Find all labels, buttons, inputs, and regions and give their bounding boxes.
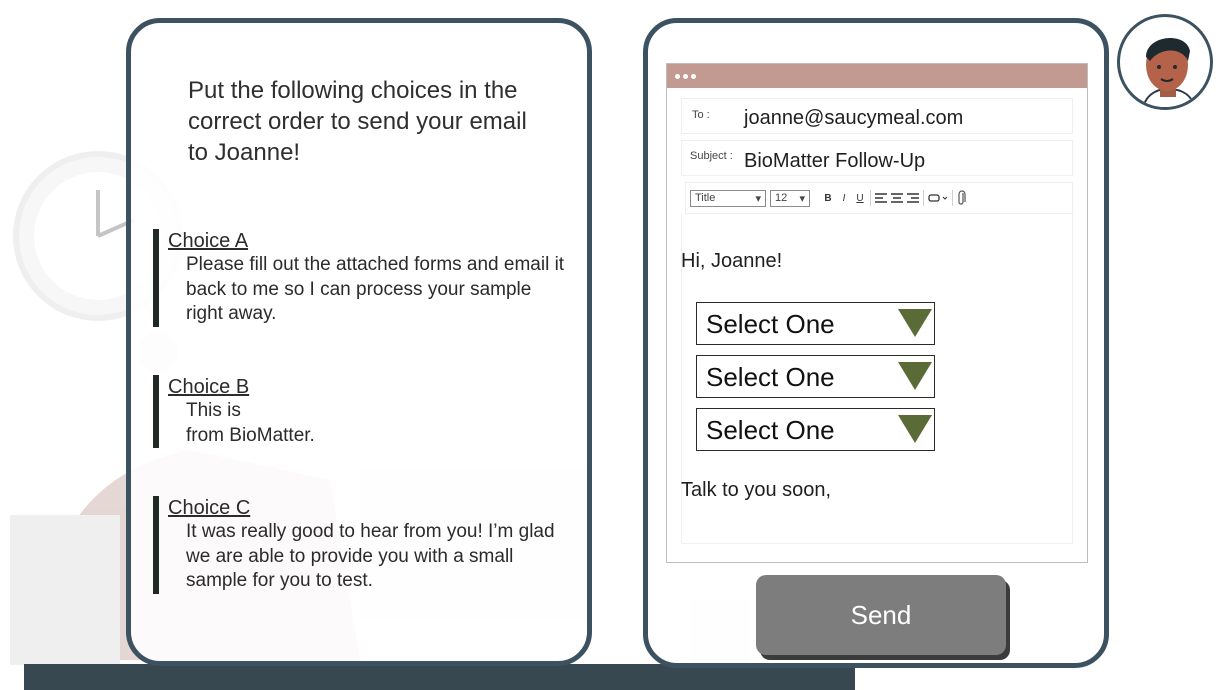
email-panel: To : joanne@saucymeal.com Subject : BioM…: [643, 18, 1109, 668]
send-button[interactable]: Send: [756, 575, 1006, 655]
align-right-icon[interactable]: [907, 193, 919, 203]
triangle-down-icon: [898, 415, 932, 443]
window-dot-icon: [683, 73, 688, 79]
triangle-down-icon: [898, 362, 932, 390]
to-label: To :: [692, 109, 710, 121]
triangle-down-icon: [898, 309, 932, 337]
toolbar-divider: [952, 190, 953, 206]
dropdown-2-label: Select One: [706, 362, 835, 392]
italic-button[interactable]: I: [838, 193, 850, 204]
font-size-select-value: 12: [775, 192, 788, 204]
answer-dropdown-3[interactable]: Select One: [696, 408, 935, 451]
window-title-bar: [667, 64, 1087, 88]
subject-label: Subject :: [690, 150, 733, 162]
toolbar-divider: [870, 190, 871, 206]
email-greeting: Hi, Joanne!: [681, 250, 783, 272]
style-select-value: Title: [695, 192, 716, 204]
align-left-icon[interactable]: [875, 193, 887, 203]
instructions-panel: Put the following choices in the correct…: [126, 18, 592, 666]
subject-value: BioMatter Follow-Up: [744, 150, 926, 172]
dropdown-1-label: Select One: [706, 309, 835, 339]
answer-dropdown-2[interactable]: Select One: [696, 355, 935, 398]
choice-c-text: It was really good to hear from you! I’m…: [186, 521, 555, 591]
choice-a-text: Please fill out the attached forms and e…: [186, 254, 565, 324]
answer-dropdown-1[interactable]: Select One: [696, 302, 935, 345]
align-center-icon[interactable]: [891, 193, 903, 203]
to-field[interactable]: To : joanne@saucymeal.com: [681, 98, 1073, 134]
chevron-down-icon: ▾: [755, 192, 761, 205]
font-size-select[interactable]: 12 ▾: [770, 189, 810, 207]
style-select[interactable]: Title ▾: [690, 189, 766, 207]
instructions-text: Put the following choices in the correct…: [188, 77, 527, 166]
window-dot-icon: [675, 73, 680, 79]
choice-b-text-line1: This is: [186, 400, 241, 421]
choice-b-title: Choice B: [168, 376, 250, 398]
avatar: [1117, 14, 1213, 110]
bold-button[interactable]: B: [822, 193, 834, 204]
toolbar-divider: [923, 190, 924, 206]
chevron-down-icon: ▾: [799, 192, 805, 205]
email-window: To : joanne@saucymeal.com Subject : BioM…: [666, 63, 1088, 563]
choice-a-title: Choice A: [168, 230, 249, 252]
dropdown-3-label: Select One: [706, 415, 835, 445]
subject-field[interactable]: Subject : BioMatter Follow-Up: [681, 140, 1073, 176]
choice-b[interactable]: Choice B This is from BioMatter.: [153, 375, 573, 448]
paperclip-icon[interactable]: [957, 190, 967, 206]
formatting-toolbar: Title ▾ 12 ▾ B I U: [685, 182, 1073, 214]
underline-button[interactable]: U: [854, 193, 866, 204]
email-closing: Talk to you soon,: [681, 479, 832, 501]
to-value: joanne@saucymeal.com: [744, 107, 964, 129]
choice-a[interactable]: Choice A Please fill out the attached fo…: [153, 229, 573, 327]
link-icon[interactable]: [928, 193, 948, 203]
choice-b-text-line2: from BioMatter.: [186, 424, 315, 446]
window-dot-icon: [691, 73, 696, 79]
choice-c-title: Choice C: [168, 497, 251, 519]
choice-c[interactable]: Choice C It was really good to hear from…: [153, 496, 573, 594]
